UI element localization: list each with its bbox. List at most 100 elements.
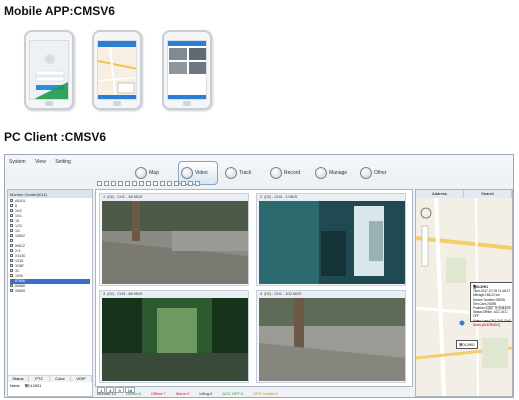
layout-4-icon[interactable] (104, 180, 109, 186)
popup-alarm: Alarm:[ADDRMAX] (473, 322, 500, 327)
video-cell-caption: 2 (02) - CH3 - 2 KB/S (257, 194, 405, 201)
checkbox-icon[interactable] (10, 234, 13, 237)
checkbox-icon[interactable] (10, 224, 13, 227)
phone-mockup-2 (92, 30, 142, 110)
layout-16-icon[interactable] (146, 180, 151, 186)
status-idling: Idling:0 (199, 391, 213, 396)
checkbox-icon[interactable] (10, 289, 13, 292)
tree-item[interactable]: 95659 (10, 289, 90, 294)
checkbox-icon[interactable] (10, 204, 13, 207)
checkbox-icon[interactable] (10, 249, 13, 252)
tree-item-label: 12/3 (15, 224, 22, 228)
tree-item-label: 86888 (15, 284, 25, 288)
status-gps-invalid: GPS Invalid:5 (253, 391, 278, 396)
video-cell-stream: (02) - CH3 - 88 KB/S (107, 292, 143, 296)
tree-item-label: 87646 (15, 279, 25, 283)
screenshot-root: Mobile APP:CMSV6 PC Client:CMSV6 System… (0, 0, 519, 400)
toolbar-map-label: Map (149, 170, 159, 176)
video-cell-4[interactable]: 4 (02) - CH1 - 102 KB/S (256, 290, 406, 383)
record-start-icon[interactable] (167, 180, 172, 186)
popup-status: Status:Offline, ACC ACC OFF (473, 310, 508, 319)
record-icon (270, 167, 282, 179)
mobile-app-title: Mobile APP:CMSV6 (4, 4, 115, 18)
layout-1-icon[interactable] (97, 180, 102, 186)
video-grid: 1 (02) - CH1 - 36 KB/S 2 (02) - CH3 - 2 … (95, 189, 413, 387)
tree-item-label: 99612 (15, 244, 25, 248)
prop-name-label: Name (10, 384, 20, 388)
track-icon (225, 167, 237, 179)
toolbar-track-label: Track (239, 170, 252, 176)
phone-screen-map (97, 40, 137, 100)
video-cell-3[interactable]: 3 (02) - CH3 - 88 KB/S (99, 290, 249, 383)
tab-address[interactable]: Address (416, 190, 464, 198)
left-tabs: Status PTZ Color VOIP (8, 375, 92, 382)
other-icon (360, 167, 372, 179)
checkbox-icon[interactable] (10, 199, 13, 202)
layout-9-icon[interactable] (125, 180, 130, 186)
checkbox-icon[interactable] (10, 219, 13, 222)
status-offline: Offline:7 (150, 391, 166, 396)
tree-item-label: X3130 (15, 254, 26, 258)
layout-8-icon[interactable] (118, 180, 123, 186)
tree-item-label: 3X (15, 269, 20, 273)
status-alarm: Alarm:0 (175, 391, 190, 396)
checkbox-icon[interactable] (10, 259, 13, 262)
tree-item-label: X.5 (15, 249, 21, 253)
video-cell-stream: (02) - CH3 - 2 KB/S (264, 195, 298, 199)
tree-item-label: 8 (15, 204, 17, 208)
tree-item-label: 15 (15, 219, 19, 223)
phone-mockup-1 (24, 30, 74, 110)
status-monitor: Monitor:13 (97, 391, 116, 396)
layout-6-icon[interactable] (111, 180, 116, 186)
toolbar-video-label: Video (195, 170, 208, 176)
tree-item-label: 1/2 (15, 229, 20, 233)
checkbox-icon[interactable] (10, 254, 13, 257)
video-layout-toolbar (95, 179, 413, 187)
video-icon (181, 167, 193, 179)
checkbox-icon[interactable] (10, 244, 13, 247)
video-cell-stream: (02) - CH1 - 102 KB/S (264, 292, 302, 296)
checkbox-icon[interactable] (10, 274, 13, 277)
monitor-icon[interactable] (188, 180, 193, 186)
checkbox-icon[interactable] (10, 214, 13, 217)
pc-client-title: PC Client :CMSV6 (4, 130, 107, 144)
phone-screen-video (167, 40, 207, 100)
sound-icon[interactable] (195, 180, 200, 186)
phone-home-button (113, 101, 121, 106)
device-tree-panel: Monitor Center(6/14) A81DL 8 10/2 10/1 15 12/… (7, 189, 93, 397)
video-frame-1 (102, 201, 248, 284)
snapshot-icon[interactable] (160, 180, 165, 186)
tree-item-label: V338 (15, 259, 24, 263)
phone-home-button (183, 101, 191, 106)
properties-grid: Name 警DL2H01 (8, 382, 92, 396)
tree-item-label: 1000 (15, 274, 23, 278)
map-tabs: Address Search (416, 190, 512, 198)
toolbar-record-label: Record (284, 170, 301, 176)
vehicle-map-tag[interactable]: 警DL2H01 (456, 340, 478, 349)
manage-icon (315, 167, 327, 179)
checkbox-icon[interactable] (10, 269, 13, 272)
checkbox-icon[interactable] (10, 284, 13, 287)
phone-home-button (45, 101, 53, 106)
tree-item-label: 95659 (15, 289, 25, 293)
video-cell-caption: 4 (02) - CH1 - 102 KB/S (257, 291, 405, 298)
talk-icon[interactable] (181, 180, 186, 186)
layout-13-icon[interactable] (139, 180, 144, 186)
tab-search[interactable]: Search (464, 190, 512, 198)
fullscreen-icon[interactable] (153, 180, 158, 186)
checkbox-icon[interactable] (10, 229, 13, 232)
stop-all-icon[interactable] (174, 180, 179, 186)
video-cell-caption: 1 (02) - CH1 - 36 KB/S (100, 194, 248, 201)
video-cell-1[interactable]: 1 (02) - CH1 - 36 KB/S (99, 193, 249, 286)
layout-10-icon[interactable] (132, 180, 137, 186)
checkbox-icon[interactable] (10, 209, 13, 212)
checkbox-icon[interactable] (10, 239, 13, 242)
video-cell-2[interactable]: 2 (02) - CH3 - 2 KB/S (256, 193, 406, 286)
video-cell-index: 1 (103, 195, 106, 199)
status-online: Online:6 (125, 391, 141, 396)
tree-item-label: A81DL (15, 199, 26, 203)
checkbox-icon[interactable] (10, 279, 13, 282)
checkbox-icon[interactable] (10, 264, 13, 267)
video-cell-stream: (02) - CH1 - 36 KB/S (107, 195, 143, 199)
toolbar-other-label: Other (374, 170, 387, 176)
